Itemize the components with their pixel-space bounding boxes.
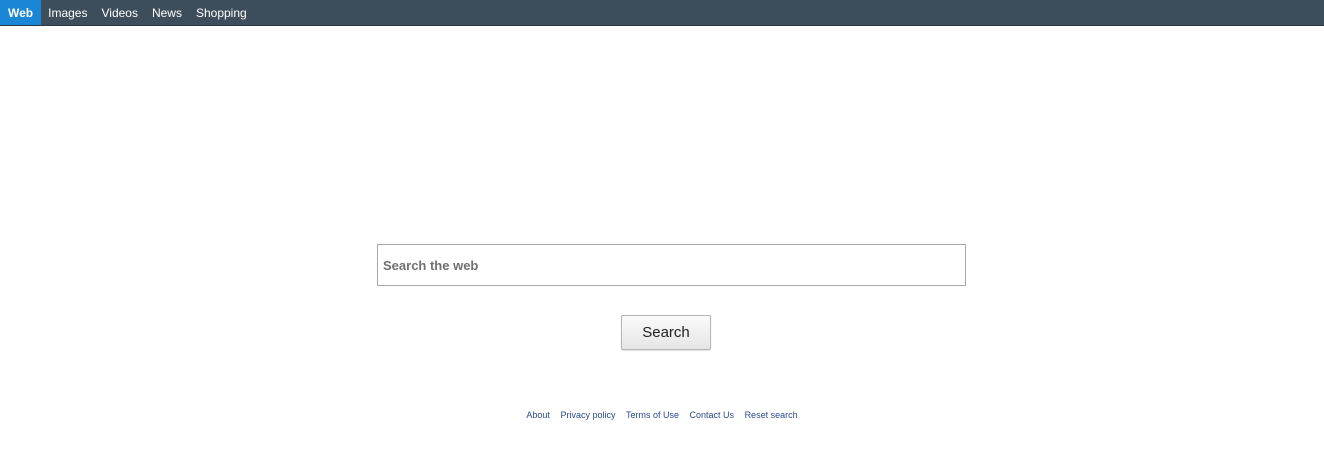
top-nav-bar: Web Images Videos News Shopping xyxy=(0,0,1324,26)
tab-web[interactable]: Web xyxy=(0,0,42,25)
tab-videos[interactable]: Videos xyxy=(94,0,144,25)
footer-link-contact-us[interactable]: Contact Us xyxy=(690,410,735,420)
tab-shopping[interactable]: Shopping xyxy=(189,0,254,25)
tab-news[interactable]: News xyxy=(145,0,189,25)
search-input[interactable] xyxy=(377,244,966,286)
footer-links: About Privacy policy Terms of Use Contac… xyxy=(0,410,1324,420)
footer-link-reset-search[interactable]: Reset search xyxy=(745,410,798,420)
footer-link-terms-of-use[interactable]: Terms of Use xyxy=(626,410,679,420)
search-button[interactable]: Search xyxy=(621,315,711,350)
footer-link-privacy-policy[interactable]: Privacy policy xyxy=(560,410,615,420)
footer-link-about[interactable]: About xyxy=(526,410,550,420)
tab-images[interactable]: Images xyxy=(41,0,94,25)
